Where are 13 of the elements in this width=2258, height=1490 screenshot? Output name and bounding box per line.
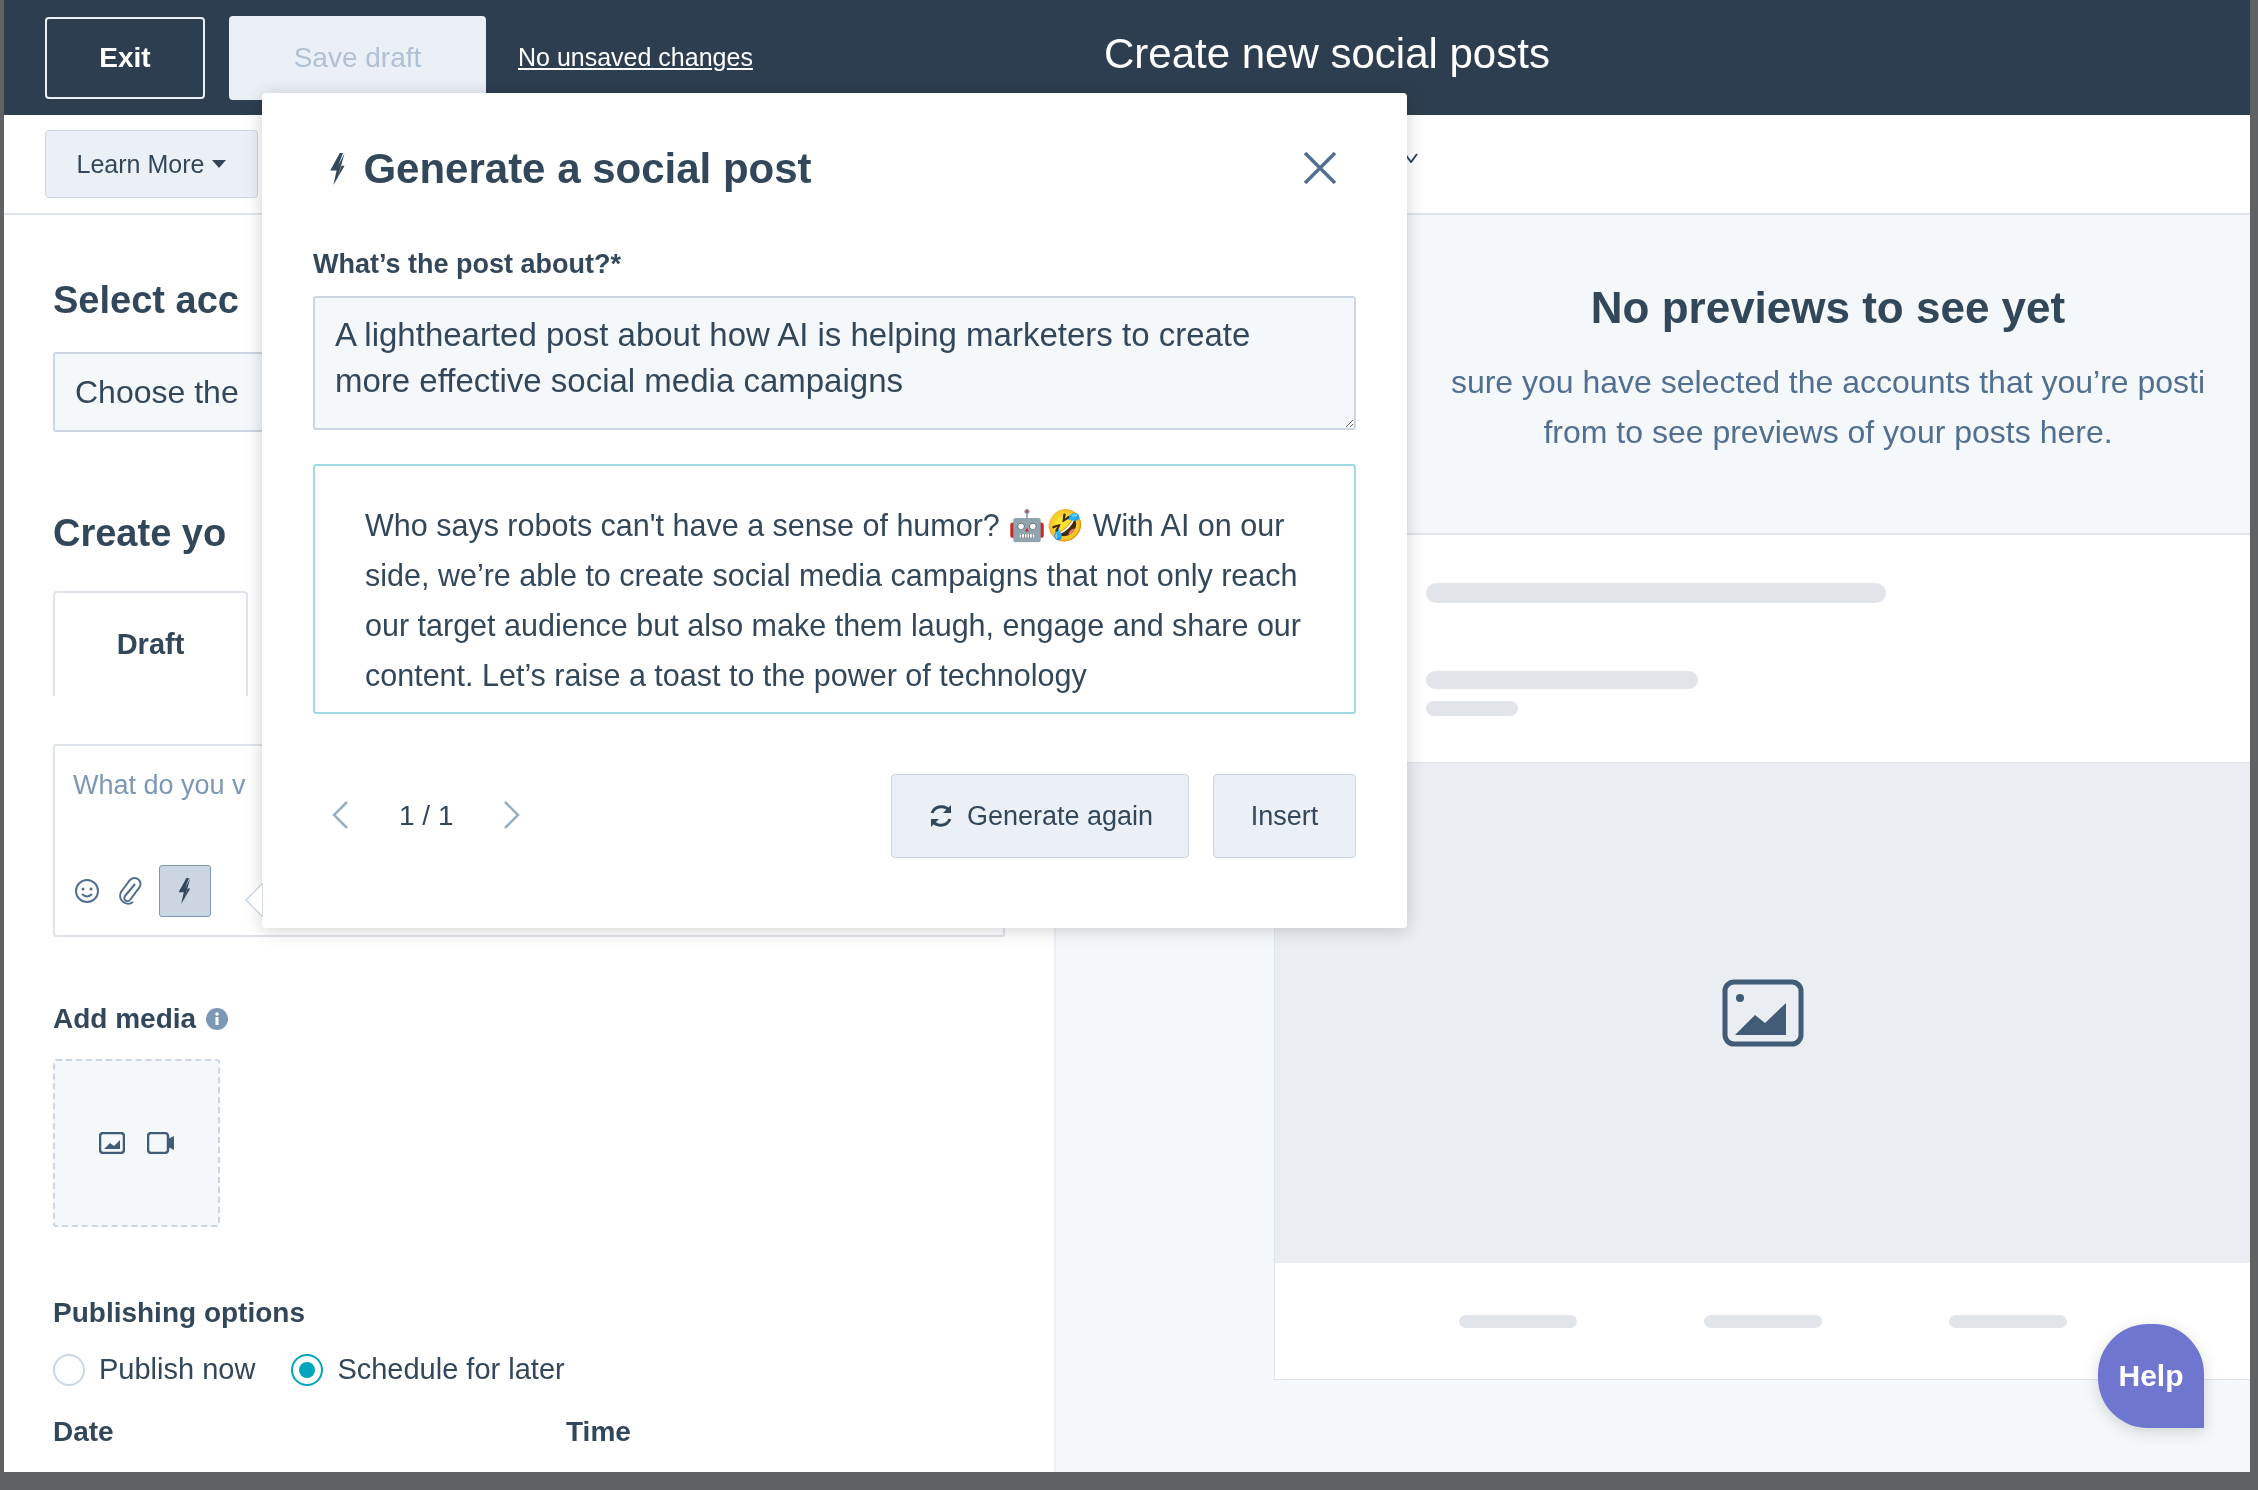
prompt-label: What’s the post about?* xyxy=(313,249,622,280)
add-media-label: Add media xyxy=(53,1003,197,1035)
generated-post-text: Who says robots can't have a sense of humor? 🤖🤣 With AI on our side, we’re able to create social media campaigns that not only reach our target audience but also make them laugh, engage and share our content. Let’s raise a toast to the power of technology xyxy=(313,464,1356,714)
dialog-title: Generate a social post xyxy=(363,145,813,193)
section-heading: Create yo xyxy=(53,512,227,555)
preview-empty-message: sure you have selected the accounts that you’re posti from to see previews of your posts here. xyxy=(1450,363,2206,452)
time-label: Time xyxy=(566,1416,632,1448)
publishing-options-label: Publishing options xyxy=(53,1297,305,1329)
pager-count: 1 / 1 xyxy=(399,800,454,832)
page-title: Create new social posts xyxy=(1104,30,1550,78)
preview-empty-title: No previews to see yet xyxy=(1590,283,2066,333)
section-heading: Select acc xyxy=(53,279,239,322)
date-label: Date xyxy=(53,1416,115,1448)
